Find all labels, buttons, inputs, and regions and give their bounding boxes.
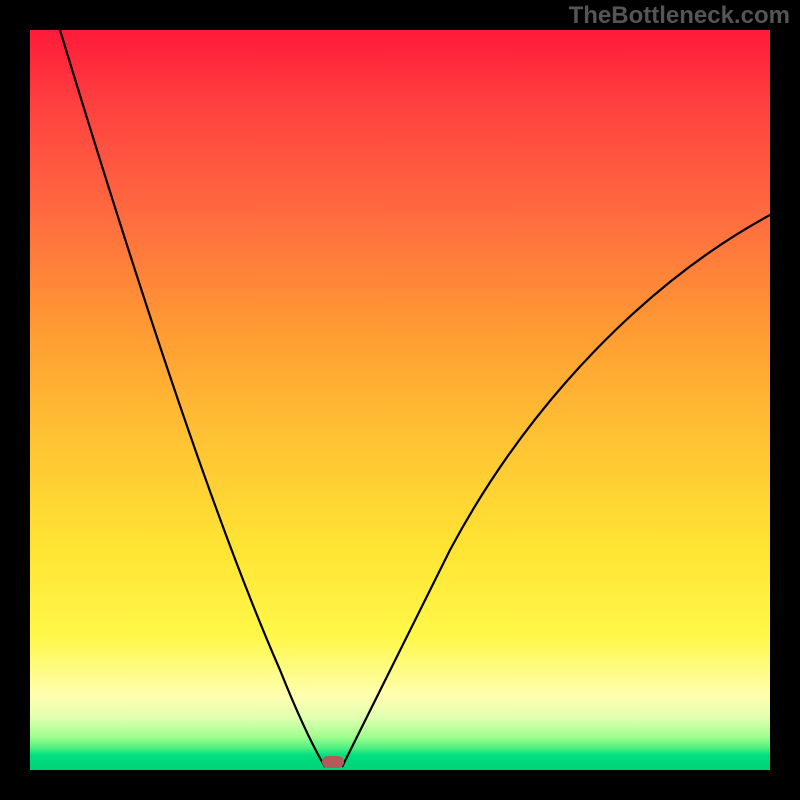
- optimal-marker: [322, 756, 344, 768]
- plot-area: [30, 30, 770, 770]
- bottleneck-curve-right: [342, 215, 770, 767]
- chart-frame: TheBottleneck.com: [0, 0, 800, 800]
- watermark-text: TheBottleneck.com: [569, 2, 790, 30]
- curve-svg: [30, 30, 770, 770]
- bottleneck-curve-left: [60, 30, 325, 767]
